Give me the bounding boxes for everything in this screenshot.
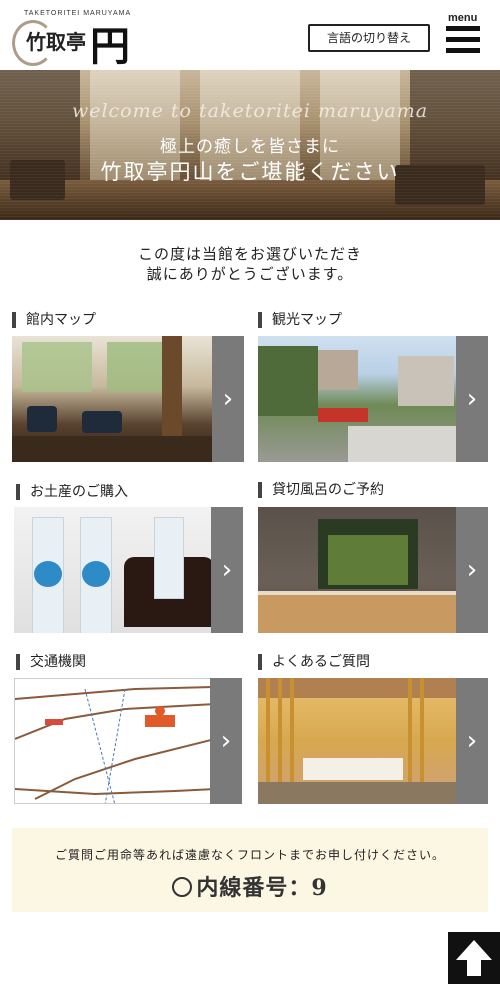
back-to-top-button[interactable] [448, 932, 500, 984]
lounge-chair [27, 406, 57, 432]
card-title-souvenirs[interactable]: お土産のご購入 [16, 484, 128, 500]
hotel-building [398, 356, 454, 406]
bridge-path [348, 426, 458, 462]
site-logo[interactable]: TAKETORITEI MARUYAMA 竹取亭 円山 [10, 8, 150, 128]
hero-welcome: welcome to taketoritei maruyama [71, 100, 429, 122]
sightseeing-map-image[interactable] [258, 336, 458, 462]
hamburger-icon [446, 26, 480, 31]
hamburger-icon-bar [446, 37, 480, 42]
route-map-graphic [15, 686, 213, 803]
bed [303, 758, 403, 780]
card-title-sightseeing-map[interactable]: 観光マップ [258, 312, 342, 328]
window-garden [22, 342, 92, 392]
bottle-label [34, 561, 62, 587]
cider-bottle [154, 517, 184, 599]
greeting-line: この度は当館をお選びいただき [137, 245, 362, 263]
chevron-right-icon[interactable]: › [210, 678, 242, 804]
chevron-right-icon[interactable]: › [456, 678, 488, 804]
hillside-trees [258, 346, 318, 416]
greeting-text: この度は当館をお選びいただき 誠にありがとうございます。 [0, 244, 500, 284]
bottle-label [82, 561, 110, 587]
chevron-right-icon[interactable]: › [211, 507, 243, 633]
floor-shadow [12, 436, 212, 462]
faq-image[interactable] [258, 678, 458, 804]
plants [328, 535, 408, 585]
greeting-line: 誠にありがとうございます。 [146, 265, 354, 283]
ceiling [258, 678, 458, 698]
arrow-up-icon [456, 940, 492, 976]
chevron-right-icon[interactable]: › [456, 336, 488, 462]
card-title-transportation[interactable]: 交通機関 [16, 654, 86, 670]
logo-main-text: 竹取亭 [26, 30, 86, 54]
card-title-private-bath[interactable]: 貸切風呂のご予約 [258, 482, 384, 498]
window-garden [107, 342, 167, 392]
floor [258, 782, 458, 804]
front-desk-info: ご質問ご用命等あれば遠慮なくフロントまでお申し付けください。 内線番号：9 [12, 828, 488, 912]
bath-water [258, 593, 458, 633]
transportation-map-image[interactable] [14, 678, 214, 804]
phone-icon [172, 877, 193, 897]
hero-headline: 竹取亭円山をご堪能ください [100, 160, 400, 184]
lanterns [318, 408, 368, 422]
extension-label: 内線番号：9 [196, 875, 328, 901]
hero-tagline: 極上の癒しを皆さまに [160, 137, 340, 157]
hero-banner: welcome to taketoritei maruyama 極上の癒しを皆さ… [0, 70, 500, 220]
floor-map-image[interactable] [12, 336, 212, 462]
menu-button[interactable]: menu [446, 12, 482, 56]
chevron-right-icon[interactable]: › [456, 507, 488, 633]
menu-label: menu [448, 12, 478, 24]
info-message: ご質問ご用命等あれば遠慮なくフロントまでお申し付けください。 [54, 848, 445, 862]
language-switch-button[interactable]: 言語の切り替え [308, 24, 430, 52]
card-title-faq[interactable]: よくあるご質問 [258, 654, 370, 670]
private-bath-image[interactable] [258, 507, 458, 633]
bath-edge [258, 591, 458, 595]
hamburger-icon-bar [446, 48, 480, 53]
lounge-chair [82, 411, 122, 433]
chevron-right-icon[interactable]: › [212, 336, 244, 462]
building [318, 350, 358, 390]
card-title-floor-map[interactable]: 館内マップ [12, 312, 96, 328]
extension-number: 内線番号：9 [12, 870, 488, 902]
site-header: TAKETORITEI MARUYAMA 竹取亭 円山 言語の切り替え menu [0, 0, 500, 128]
souvenirs-image[interactable] [14, 507, 214, 633]
